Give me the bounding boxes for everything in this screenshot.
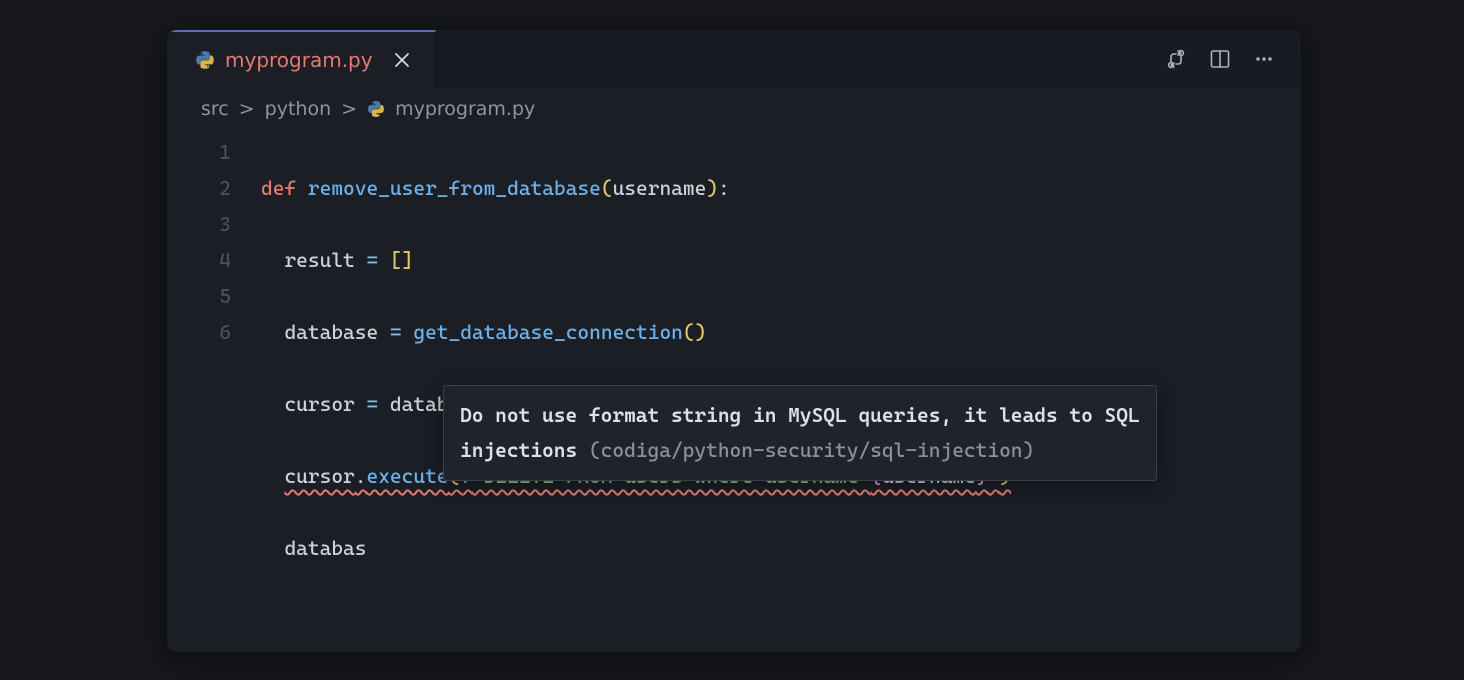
code-line[interactable]: databas [261,530,1011,566]
breadcrumb-seg[interactable]: python [265,98,331,120]
breadcrumb-seg[interactable]: src [201,98,229,120]
code-area: 1 2 3 4 5 6 def remove_user_from_databas… [167,126,1301,638]
line-number: 2 [167,170,261,206]
breadcrumb-sep: > [239,98,255,120]
line-number: 1 [167,134,261,170]
breadcrumb-seg[interactable]: myprogram.py [395,98,535,120]
more-actions-icon[interactable] [1253,48,1275,70]
line-number: 4 [167,242,261,278]
code-line[interactable]: def remove_user_from_database(username): [261,170,1011,206]
line-number: 3 [167,206,261,242]
split-editor-icon[interactable] [1209,48,1231,70]
code-line[interactable]: result = [] [261,242,1011,278]
line-number: 6 [167,314,261,350]
lint-tooltip: Do not use format string in MySQL querie… [443,385,1157,481]
line-gutter: 1 2 3 4 5 6 [167,134,261,638]
tab-filename: myprogram.py [225,48,373,72]
python-icon [367,100,385,118]
editor-window: myprogram.py [167,30,1301,652]
breadcrumb[interactable]: src > python > myprogram.py [167,88,1301,126]
python-icon [195,50,215,70]
compare-changes-icon[interactable] [1165,48,1187,70]
file-tab[interactable]: myprogram.py [167,30,436,88]
tooltip-rule: (codiga/python-security/sql-injection) [577,438,1034,462]
tab-bar: myprogram.py [167,30,1301,88]
close-icon[interactable] [391,49,413,71]
line-number: 5 [167,278,261,314]
editor-toolbar [1165,48,1301,70]
breadcrumb-sep: > [341,98,357,120]
code-line[interactable]: database = get_database_connection() [261,314,1011,350]
